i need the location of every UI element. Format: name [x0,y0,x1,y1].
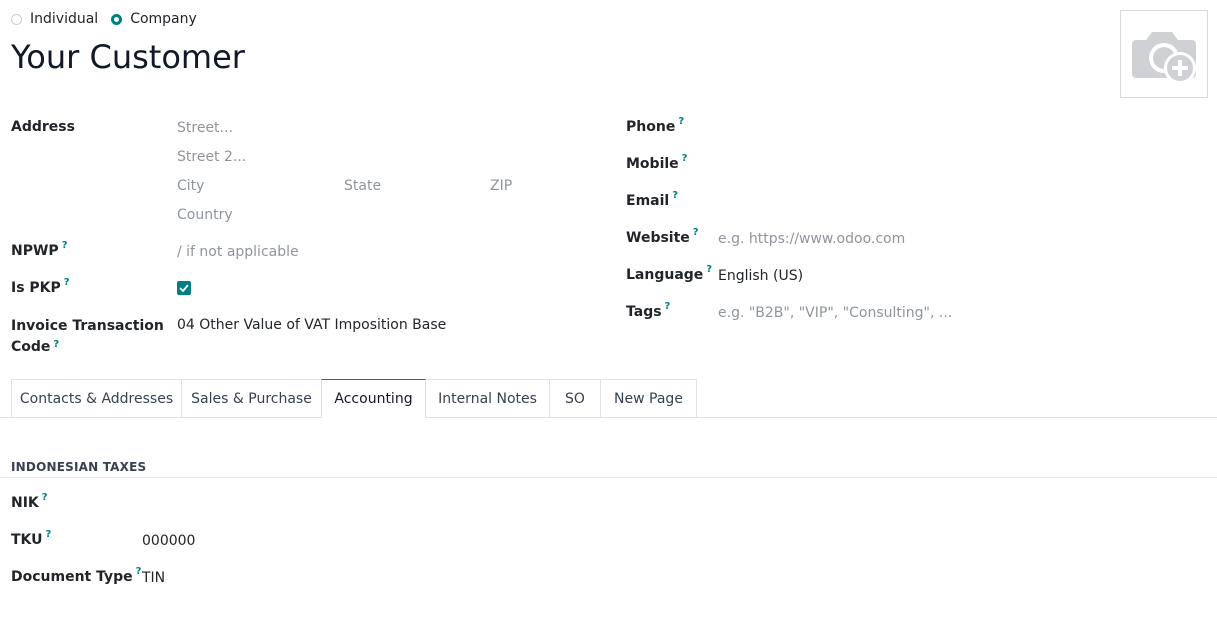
language-select[interactable]: English (US) [718,268,803,284]
invoice-code-label-line2: Code [11,339,51,355]
tab-new-page[interactable]: New Page [600,379,697,417]
document-type-help-icon[interactable]: ? [136,566,142,577]
language-label: Language? [626,264,712,283]
tku-label: TKU? [11,529,52,548]
is-pkp-label-text: Is PKP [11,280,61,296]
language-label-text: Language [626,267,704,283]
radio-company-circle[interactable] [111,13,123,25]
street-input[interactable]: Street... [177,120,233,136]
tab-sales-purchase[interactable]: Sales & Purchase [181,379,322,417]
invoice-transaction-code-select[interactable]: 04 Other Value of VAT Imposition Base [177,317,446,333]
phone-label: Phone? [626,116,684,135]
partner-name-field[interactable]: Your Customer [11,38,245,76]
radio-individual-label[interactable]: Individual [30,11,98,27]
tku-input[interactable]: 000000 [142,533,195,549]
tab-accounting[interactable]: Accounting [321,379,426,418]
indonesian-taxes-heading: INDONESIAN TAXES [11,460,147,474]
country-input[interactable]: Country [177,207,233,223]
website-label-text: Website [626,230,690,246]
website-input[interactable]: e.g. https://www.odoo.com [718,231,905,247]
email-label: Email? [626,190,678,209]
website-help-icon[interactable]: ? [693,227,699,238]
npwp-label-text: NPWP [11,243,59,259]
npwp-input[interactable]: / if not applicable [177,244,299,260]
nik-label: NIK? [11,492,48,511]
language-help-icon[interactable]: ? [706,264,712,275]
partner-form: Individual Company Your Customer Address… [0,0,1217,625]
radio-individual[interactable]: Individual [11,11,98,27]
tab-so[interactable]: SO [549,379,601,417]
mobile-label: Mobile? [626,153,688,172]
camera-plus-icon [1132,32,1196,84]
mobile-help-icon[interactable]: ? [682,153,688,164]
company-type-radio-group: Individual Company [11,11,210,27]
section-divider [0,477,1217,478]
document-type-label: Document Type? [11,566,142,585]
nik-help-icon[interactable]: ? [42,492,48,503]
tku-help-icon[interactable]: ? [46,529,52,540]
state-input[interactable]: State [344,178,381,194]
mobile-label-text: Mobile [626,156,679,172]
email-help-icon[interactable]: ? [672,190,678,201]
tags-input[interactable]: e.g. "B2B", "VIP", "Consulting", ... [718,305,952,321]
document-type-label-text: Document Type [11,569,133,585]
tku-label-text: TKU [11,532,43,548]
invoice-transaction-code-label: Invoice Transaction Code? [11,316,164,358]
email-label-text: Email [626,193,670,209]
tags-label-text: Tags [626,304,662,320]
tags-label: Tags? [626,301,671,320]
is-pkp-help-icon[interactable]: ? [64,277,70,288]
invoice-code-help-icon[interactable]: ? [53,339,59,350]
is-pkp-checkbox[interactable] [177,281,191,295]
tab-contacts-addresses[interactable]: Contacts & Addresses [11,379,182,417]
city-input[interactable]: City [177,178,204,194]
tabs-divider [0,417,1217,418]
nik-label-text: NIK [11,495,39,511]
radio-company[interactable]: Company [111,11,197,27]
radio-individual-circle[interactable] [11,13,22,25]
tab-internal-notes[interactable]: Internal Notes [425,379,550,417]
invoice-code-label-line1: Invoice Transaction [11,318,164,334]
address-label: Address [11,119,75,135]
website-label: Website? [626,227,699,246]
zip-input[interactable]: ZIP [490,178,512,194]
npwp-help-icon[interactable]: ? [62,240,68,251]
phone-label-text: Phone [626,119,676,135]
tags-help-icon[interactable]: ? [665,301,671,312]
phone-help-icon[interactable]: ? [678,116,684,127]
avatar-upload[interactable] [1120,10,1208,98]
notebook-tabs: Contacts & Addresses Sales & Purchase Ac… [11,379,697,418]
document-type-select[interactable]: TIN [142,570,165,586]
radio-company-label[interactable]: Company [130,11,197,27]
npwp-label: NPWP? [11,240,68,259]
street2-input[interactable]: Street 2... [177,149,246,165]
is-pkp-label: Is PKP? [11,277,70,296]
checkmark-icon [179,284,189,292]
